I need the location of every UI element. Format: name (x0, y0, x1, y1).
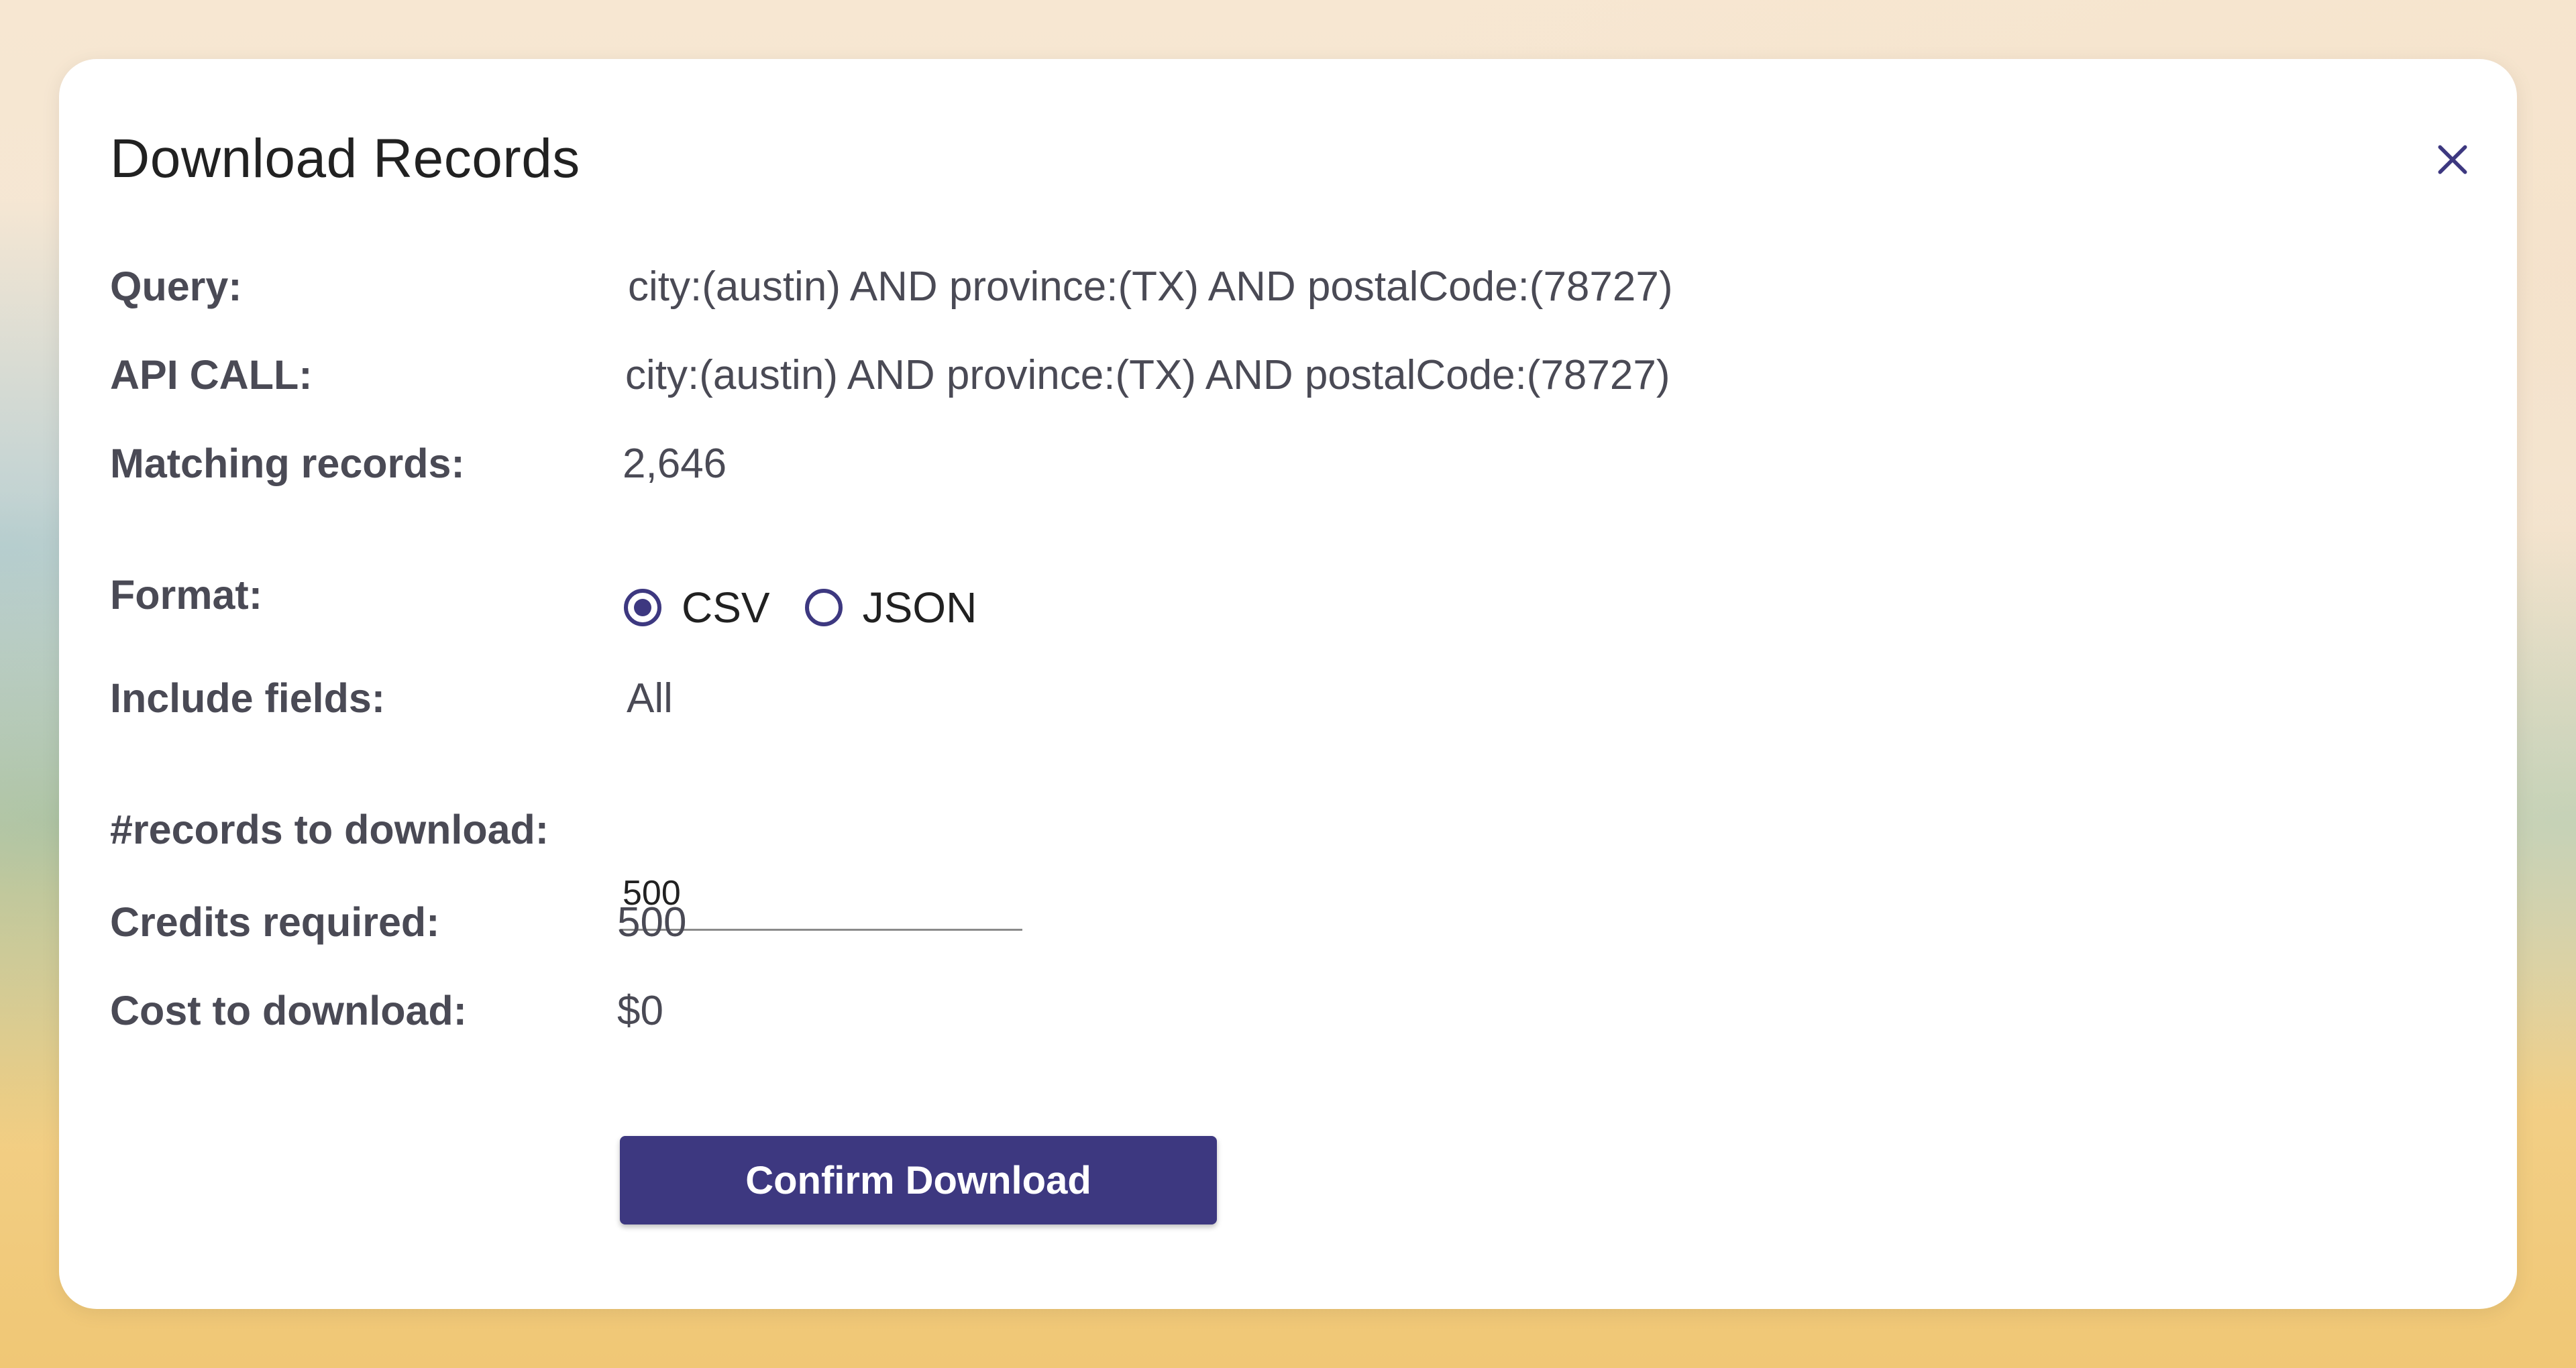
cost-to-download-label: Cost to download: (110, 988, 467, 1033)
format-radio-group: CSV JSON (624, 574, 1012, 641)
format-label: Format: (110, 572, 263, 618)
include-fields-value: All (627, 675, 673, 722)
api-call-label: API CALL: (110, 352, 313, 398)
credits-required-value: 500 (617, 899, 687, 946)
cost-to-download-value: $0 (617, 988, 663, 1034)
confirm-download-button[interactable]: Confirm Download (620, 1136, 1217, 1224)
dialog-title: Download Records (110, 128, 580, 189)
matching-records-value: 2,646 (623, 441, 727, 487)
include-fields-label: Include fields: (110, 675, 386, 721)
format-option-label: JSON (862, 583, 977, 632)
format-option-json[interactable]: JSON (804, 583, 977, 632)
radio-unchecked-icon[interactable] (804, 589, 843, 626)
radio-checked-icon[interactable] (624, 589, 661, 626)
download-records-dialog: Download Records Query: city:(austin) AN… (59, 59, 2517, 1309)
close-button[interactable] (2420, 127, 2485, 192)
query-value: city:(austin) AND province:(TX) AND post… (628, 264, 1673, 310)
api-call-value: city:(austin) AND province:(TX) AND post… (625, 352, 1670, 398)
records-to-download-label: #records to download: (110, 807, 549, 852)
close-icon (2438, 145, 2467, 174)
query-label: Query: (110, 264, 242, 309)
credits-required-label: Credits required: (110, 899, 440, 945)
format-option-label: CSV (682, 583, 770, 632)
format-option-csv[interactable]: CSV (624, 583, 770, 632)
matching-records-label: Matching records: (110, 441, 465, 486)
